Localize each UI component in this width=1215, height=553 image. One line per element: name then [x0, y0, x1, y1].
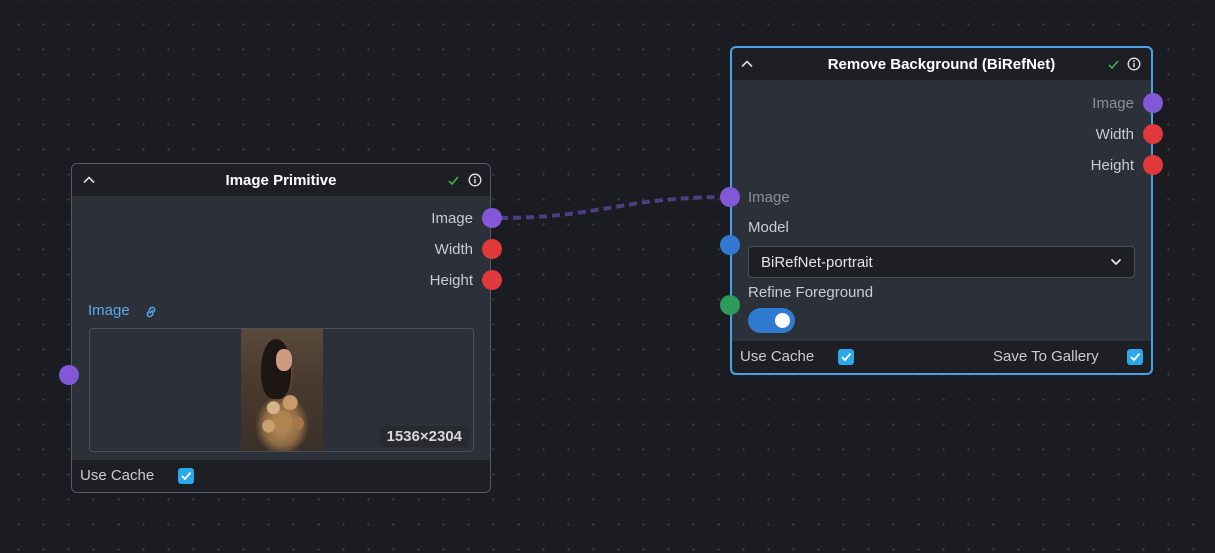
use-cache-checkbox[interactable]: [838, 349, 854, 365]
node-header[interactable]: Image Primitive: [72, 164, 490, 196]
use-cache-label: Use Cache: [740, 348, 815, 365]
output-port-image[interactable]: [1143, 93, 1163, 113]
node-header[interactable]: Remove Background (BiRefNet): [732, 48, 1151, 80]
image-connection-wire[interactable]: [499, 195, 731, 220]
use-cache-label: Use Cache: [80, 467, 155, 484]
output-label-width: Width: [1095, 126, 1134, 143]
toggle-knob: [775, 313, 790, 328]
model-select[interactable]: BiRefNet-portrait: [748, 246, 1135, 278]
save-to-gallery-checkbox[interactable]: [1127, 349, 1143, 365]
photo-thumbnail: [241, 329, 323, 451]
output-port-width[interactable]: [482, 239, 502, 259]
node-footer: Use Cache: [72, 460, 490, 492]
save-to-gallery-label: Save To Gallery: [993, 348, 1099, 365]
node-title: Remove Background (BiRefNet): [827, 56, 1056, 73]
image-field-label: Image: [88, 302, 130, 319]
output-port-width[interactable]: [1143, 124, 1163, 144]
input-port-image[interactable]: [720, 187, 740, 207]
output-label-image: Image: [431, 210, 473, 227]
image-primitive-node[interactable]: Image Primitive Image Width Height Image…: [59, 163, 502, 493]
checkmark-icon: [1130, 352, 1141, 362]
check-icon: [448, 176, 459, 186]
node-title: Image Primitive: [225, 172, 337, 189]
link-icon[interactable]: [143, 304, 159, 320]
output-label-height: Height: [1090, 157, 1134, 174]
output-port-image[interactable]: [482, 208, 502, 228]
use-cache-checkbox[interactable]: [178, 468, 194, 484]
output-label-image: Image: [1092, 95, 1134, 112]
node-footer: Use Cache Save To Gallery: [732, 341, 1151, 373]
info-icon[interactable]: [1127, 57, 1141, 71]
output-port-height[interactable]: [1143, 155, 1163, 175]
input-port-model[interactable]: [720, 235, 740, 255]
model-label: Model: [748, 219, 789, 236]
output-label-width: Width: [434, 241, 473, 258]
input-label-image: Image: [748, 189, 790, 206]
input-port-image[interactable]: [59, 365, 79, 385]
image-dimensions-badge: 1536×2304: [379, 426, 469, 447]
output-port-height[interactable]: [482, 270, 502, 290]
input-port-refine[interactable]: [720, 295, 740, 315]
refine-foreground-toggle[interactable]: [748, 308, 795, 333]
check-icon: [1108, 60, 1119, 70]
refine-foreground-label: Refine Foreground: [748, 284, 874, 301]
info-icon[interactable]: [468, 173, 482, 187]
output-label-height: Height: [429, 272, 473, 289]
chevron-down-icon: [1110, 258, 1122, 266]
image-preview[interactable]: 1536×2304: [89, 328, 474, 452]
checkmark-icon: [181, 471, 192, 481]
checkmark-icon: [841, 352, 852, 362]
remove-background-node[interactable]: Remove Background (BiRefNet) Image Width…: [720, 46, 1163, 375]
model-select-value: BiRefNet-portrait: [761, 254, 873, 271]
